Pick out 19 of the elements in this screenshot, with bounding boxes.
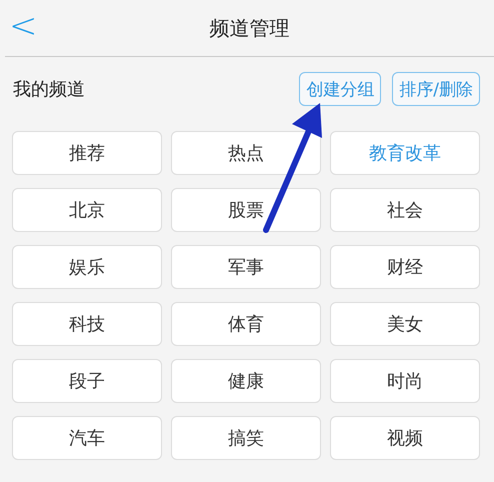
channel-tile[interactable]: 财经 bbox=[330, 245, 480, 289]
section-title: 我的频道 bbox=[13, 78, 86, 101]
channel-tile[interactable]: 美女 bbox=[330, 302, 480, 346]
channel-tile[interactable]: 汽车 bbox=[12, 416, 162, 460]
channel-tile[interactable]: 体育 bbox=[171, 302, 321, 346]
channel-tile[interactable]: 健康 bbox=[171, 359, 321, 403]
channel-tile[interactable]: 娱乐 bbox=[12, 245, 162, 289]
channel-tile[interactable]: 段子 bbox=[12, 359, 162, 403]
channel-tile[interactable]: 股票 bbox=[171, 188, 321, 232]
channel-tile[interactable]: 时尚 bbox=[330, 359, 480, 403]
channel-tile[interactable]: 社会 bbox=[330, 188, 480, 232]
channel-tile[interactable]: 北京 bbox=[12, 188, 162, 232]
page-title: 频道管理 bbox=[210, 14, 290, 42]
channel-tile[interactable]: 科技 bbox=[12, 302, 162, 346]
channel-tile[interactable]: 视频 bbox=[330, 416, 480, 460]
channel-tile[interactable]: 热点 bbox=[171, 131, 321, 175]
channel-tile[interactable]: 搞笑 bbox=[171, 416, 321, 460]
channel-tile[interactable]: 军事 bbox=[171, 245, 321, 289]
channel-tile[interactable]: 推荐 bbox=[12, 131, 162, 175]
